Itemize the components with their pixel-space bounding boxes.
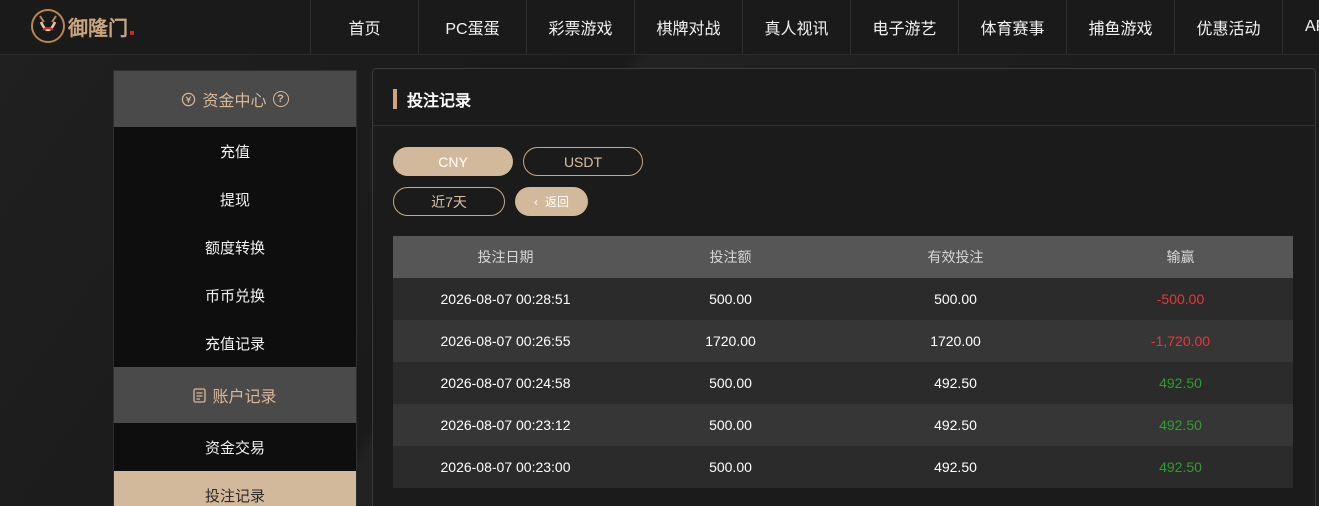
nav-live-casino[interactable]: 真人视讯: [742, 0, 850, 54]
sidebar-item-coin-exchange[interactable]: 币币兑换: [114, 271, 356, 319]
cell-amount: 500.00: [709, 291, 752, 307]
nav-pc-dandan[interactable]: PC蛋蛋: [418, 0, 526, 54]
back-button-label: 返回: [544, 195, 569, 209]
document-icon: [193, 387, 207, 403]
sidebar-item-fund-transactions[interactable]: 资金交易: [114, 423, 356, 471]
cell-win-loss: -500.00: [1156, 291, 1205, 307]
cell-valid: 492.50: [934, 417, 977, 433]
account-records-title: 账户记录: [212, 389, 277, 406]
header-valid-bet: 有效投注: [927, 249, 984, 265]
table-row: 2026-08-07 00:26:55 1720.00 1720.00 -1,7…: [393, 320, 1293, 362]
table-row: 2026-08-07 00:23:12 500.00 492.50 492.50: [393, 404, 1293, 446]
account-records-header: 账户记录: [114, 367, 356, 423]
logo-dot: [130, 31, 134, 35]
cell-date: 2026-08-07 00:26:55: [440, 333, 571, 349]
table-row: 2026-08-07 00:24:58 500.00 492.50 492.50: [393, 362, 1293, 404]
cell-win-loss: 492.50: [1159, 375, 1202, 391]
cell-amount: 500.00: [709, 459, 752, 475]
cell-date: 2026-08-07 00:23:00: [440, 459, 571, 475]
chevron-left-icon: ‹: [533, 194, 538, 209]
table-header: 投注日期 投注额 有效投注 输赢: [393, 236, 1293, 278]
cell-amount: 500.00: [709, 375, 752, 391]
back-button[interactable]: ‹ 返回: [515, 187, 588, 216]
sidebar-item-deposit-records[interactable]: 充值记录: [114, 319, 356, 367]
nav-slots[interactable]: 电子游艺: [850, 0, 958, 54]
header-bet-amount: 投注额: [709, 249, 752, 265]
cell-win-loss: 492.50: [1159, 459, 1202, 475]
title-divider: [373, 125, 1315, 126]
help-icon[interactable]: ?: [272, 91, 289, 107]
cell-amount: 1720.00: [705, 333, 756, 349]
main-nav: 首页 PC蛋蛋 彩票游戏 棋牌对战 真人视讯 电子游艺 体育赛事 捕鱼游戏 优惠…: [310, 0, 1319, 54]
cell-date: 2026-08-07 00:24:58: [440, 375, 571, 391]
period-select-button[interactable]: 近7天: [393, 187, 505, 216]
sidebar-item-bet-records[interactable]: 投注记录: [114, 471, 356, 506]
nav-lottery[interactable]: 彩票游戏: [526, 0, 634, 54]
table-row: 2026-08-07 00:28:51 500.00 500.00 -500.0…: [393, 278, 1293, 320]
cell-date: 2026-08-07 00:23:12: [440, 417, 571, 433]
sidebar-item-transfer[interactable]: 额度转换: [114, 223, 356, 271]
nav-home[interactable]: 首页: [310, 0, 418, 54]
cell-valid: 1720.00: [930, 333, 981, 349]
tab-cny[interactable]: CNY: [393, 147, 513, 176]
header-bet-date: 投注日期: [477, 249, 534, 265]
sidebar-item-deposit[interactable]: 充值: [114, 127, 356, 175]
nav-app[interactable]: APP: [1282, 0, 1319, 54]
page-title-text: 投注记录: [407, 93, 472, 110]
top-nav-bar: 御隆门 首页 PC蛋蛋 彩票游戏 棋牌对战 真人视讯 电子游艺 体育赛事 捕鱼游…: [0, 0, 1319, 55]
table-row: 2026-08-07 00:23:00 500.00 492.50 492.50: [393, 446, 1293, 488]
title-accent-bar: [393, 89, 397, 109]
nav-card-games[interactable]: 棋牌对战: [634, 0, 742, 54]
nav-fishing[interactable]: 捕鱼游戏: [1066, 0, 1174, 54]
funds-center-header: 资金中心 ?: [114, 71, 356, 127]
logo-text: 御隆门: [68, 15, 128, 40]
page-title: 投注记录: [393, 89, 472, 110]
cell-valid: 492.50: [934, 459, 977, 475]
funds-center-title: 资金中心: [202, 93, 267, 110]
cell-valid: 500.00: [934, 291, 977, 307]
coin-icon: [181, 92, 196, 107]
nav-sports[interactable]: 体育赛事: [958, 0, 1066, 54]
logo-emblem-icon: [31, 9, 65, 43]
header-win-loss: 输赢: [1166, 249, 1195, 265]
cell-date: 2026-08-07 00:28:51: [440, 291, 571, 307]
bet-records-table: 投注日期 投注额 有效投注 输赢 2026-08-07 00:28:51 500…: [393, 236, 1293, 488]
cell-win-loss: 492.50: [1159, 417, 1202, 433]
sidebar-item-withdraw[interactable]: 提现: [114, 175, 356, 223]
tab-usdt[interactable]: USDT: [523, 147, 643, 176]
cell-win-loss: -1,720.00: [1150, 333, 1211, 349]
cell-valid: 492.50: [934, 375, 977, 391]
main-panel: 投注记录 CNY USDT 近7天 ‹ 返回 投注日期 投注额 有效投注 输赢 …: [372, 68, 1316, 506]
cell-amount: 500.00: [709, 417, 752, 433]
sidebar: 资金中心 ? 充值 提现 额度转换 币币兑换 充值记录 账户记录 资金交易 投注…: [113, 70, 357, 506]
nav-promotions[interactable]: 优惠活动: [1174, 0, 1282, 54]
site-logo[interactable]: 御隆门: [30, 6, 140, 46]
